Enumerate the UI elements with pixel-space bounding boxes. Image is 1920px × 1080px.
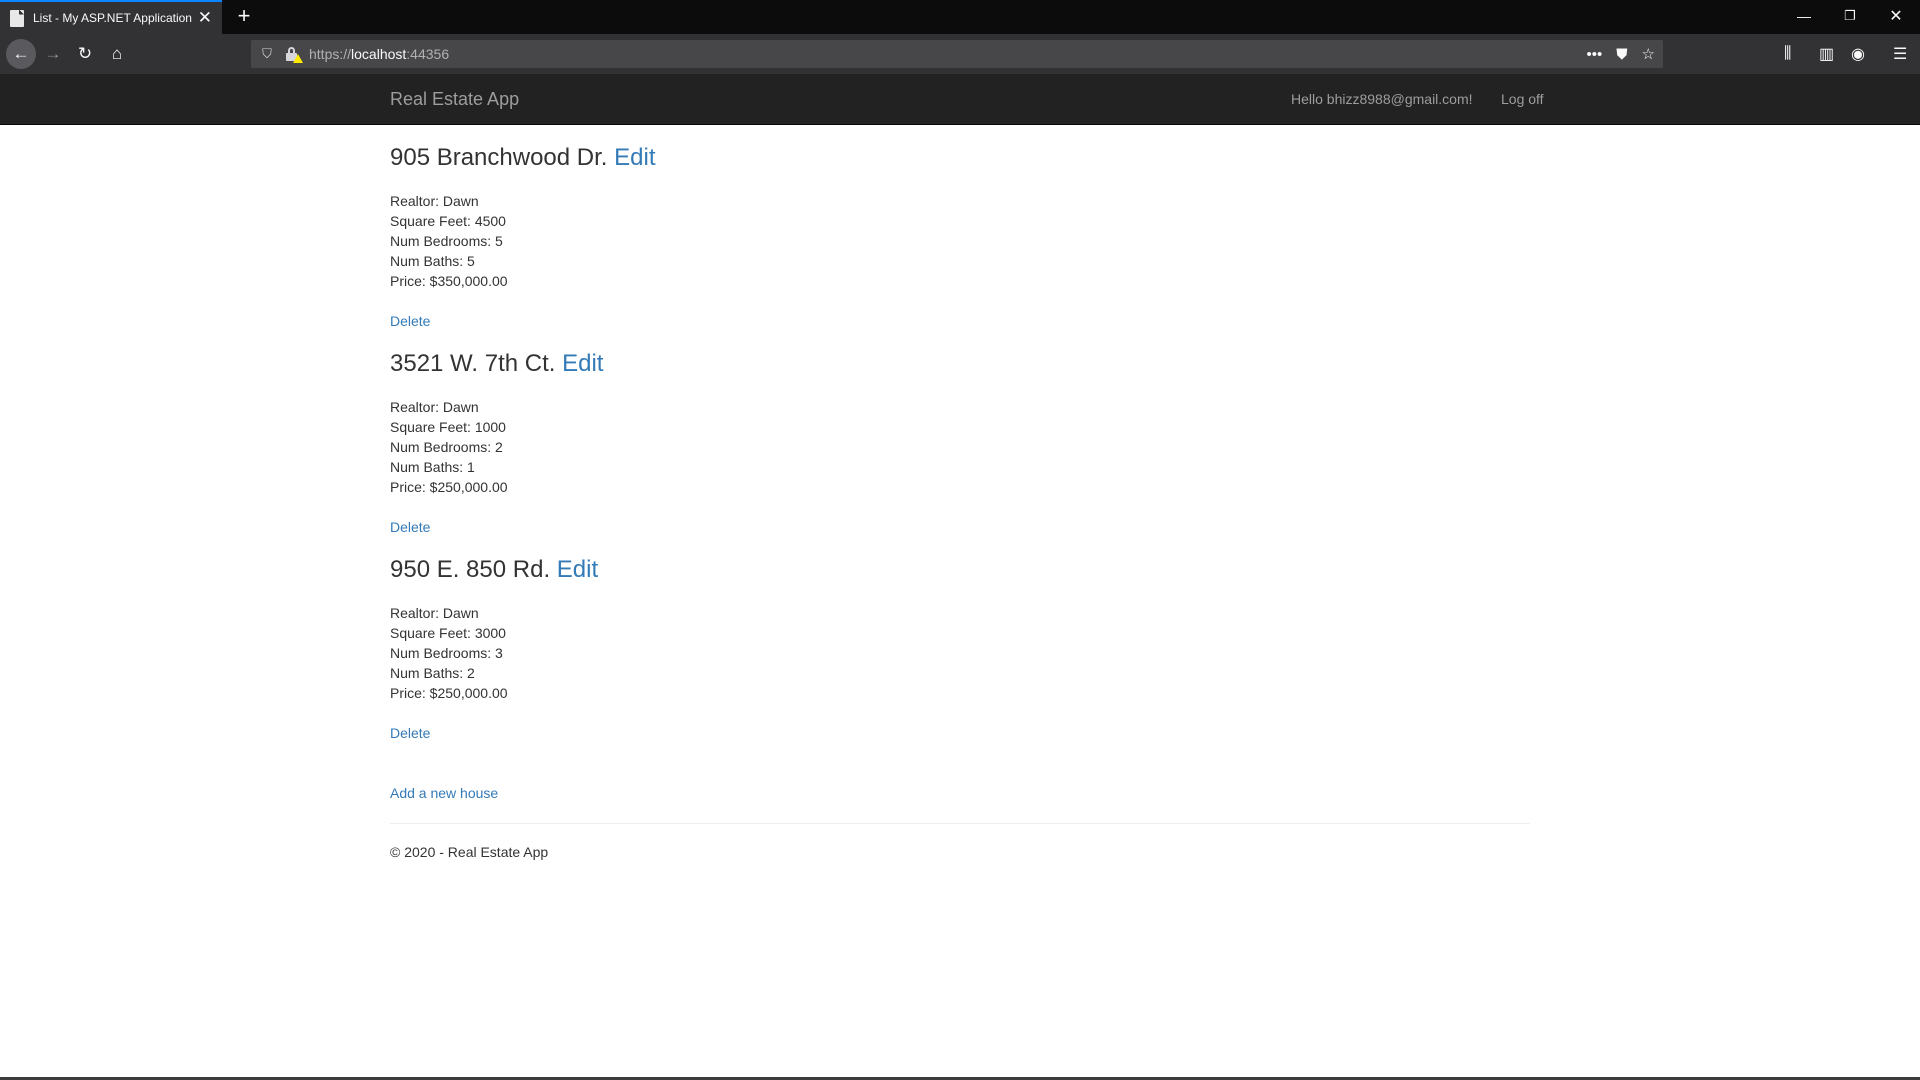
- baths-text: Num Baths: 5: [390, 253, 475, 269]
- delete-link[interactable]: Delete: [390, 725, 430, 741]
- forward-button[interactable]: →: [39, 41, 67, 67]
- delete-link[interactable]: Delete: [390, 313, 430, 329]
- menu-icon[interactable]: ☰: [1893, 34, 1907, 74]
- close-tab-icon[interactable]: ✕: [198, 9, 212, 26]
- footer-divider: [390, 823, 1530, 824]
- user-greeting-link[interactable]: Hello bhizz8988@gmail.com!: [1291, 91, 1473, 107]
- house-heading: 950 E. 850 Rd. Edit: [390, 556, 1530, 593]
- page-actions-icon[interactable]: •••: [1587, 46, 1603, 63]
- delete-link[interactable]: Delete: [390, 519, 430, 535]
- account-icon[interactable]: ◉: [1851, 34, 1865, 74]
- house-details: Realtor: Dawn Square Feet: 3000 Num Bedr…: [390, 603, 1530, 703]
- browser-tabstrip: List - My ASP.NET Application ✕ + — ❐ ✕: [0, 0, 1920, 34]
- address-bar[interactable]: ⛉ https://localhost:44356 ••• ⛊ ☆: [251, 40, 1663, 68]
- tracking-shield-icon[interactable]: ⛉: [259, 46, 275, 62]
- page-icon: [10, 9, 24, 27]
- main-content: 905 Branchwood Dr. Edit Realtor: Dawn Sq…: [390, 125, 1530, 860]
- footer-text: © 2020 - Real Estate App: [390, 844, 549, 860]
- square-feet-text: Square Feet: 1000: [390, 419, 506, 435]
- url-scheme: https://: [309, 46, 352, 62]
- price-text: Price: $250,000.00: [390, 479, 508, 495]
- brand-link[interactable]: Real Estate App: [390, 89, 519, 110]
- add-new-house-link[interactable]: Add a new house: [390, 785, 498, 801]
- square-feet-text: Square Feet: 4500: [390, 213, 506, 229]
- url-text[interactable]: https://localhost:44356: [309, 46, 449, 62]
- realtor-text: Realtor: Dawn: [390, 193, 479, 209]
- bedrooms-text: Num Bedrooms: 2: [390, 439, 503, 455]
- insecure-lock-icon[interactable]: [285, 47, 303, 63]
- house-heading: 3521 W. 7th Ct. Edit: [390, 350, 1530, 387]
- new-tab-button[interactable]: +: [232, 4, 256, 28]
- house-address: 3521 W. 7th Ct.: [390, 350, 556, 377]
- house-address: 905 Branchwood Dr.: [390, 144, 608, 171]
- browser-toolbar: ← → ↻ ⌂ ⛉ https://localhost:44356 ••• ⛊ …: [0, 34, 1920, 74]
- house-address: 950 E. 850 Rd.: [390, 556, 551, 583]
- reload-button[interactable]: ↻: [71, 41, 99, 67]
- url-port: :44356: [406, 46, 450, 62]
- bedrooms-text: Num Bedrooms: 5: [390, 233, 503, 249]
- edit-link[interactable]: Edit: [557, 556, 598, 583]
- price-text: Price: $350,000.00: [390, 273, 508, 289]
- browser-tab-active[interactable]: List - My ASP.NET Application ✕: [0, 0, 222, 34]
- pocket-icon[interactable]: ⛊: [1616, 46, 1627, 63]
- realtor-text: Realtor: Dawn: [390, 605, 479, 621]
- realtor-text: Realtor: Dawn: [390, 399, 479, 415]
- minimize-button[interactable]: —: [1781, 0, 1827, 32]
- edit-link[interactable]: Edit: [562, 350, 603, 377]
- house-listing: 905 Branchwood Dr. Edit Realtor: Dawn Sq…: [390, 144, 1530, 331]
- app-navbar: Real Estate App Hello bhizz8988@gmail.co…: [0, 74, 1920, 125]
- home-button[interactable]: ⌂: [103, 41, 131, 67]
- baths-text: Num Baths: 2: [390, 665, 475, 681]
- url-host: localhost: [351, 46, 407, 62]
- logoff-link[interactable]: Log off: [1501, 91, 1544, 107]
- square-feet-text: Square Feet: 3000: [390, 625, 506, 641]
- house-heading: 905 Branchwood Dr. Edit: [390, 144, 1530, 181]
- sidebar-icon[interactable]: ▥: [1819, 34, 1834, 74]
- price-text: Price: $250,000.00: [390, 685, 508, 701]
- house-listing: 3521 W. 7th Ct. Edit Realtor: Dawn Squar…: [390, 350, 1530, 537]
- baths-text: Num Baths: 1: [390, 459, 475, 475]
- house-listing: 950 E. 850 Rd. Edit Realtor: Dawn Square…: [390, 556, 1530, 743]
- bookmark-star-icon[interactable]: ☆: [1642, 45, 1655, 63]
- tab-title: List - My ASP.NET Application: [33, 11, 192, 25]
- close-window-button[interactable]: ✕: [1873, 0, 1919, 32]
- house-details: Realtor: Dawn Square Feet: 1000 Num Bedr…: [390, 397, 1530, 497]
- bedrooms-text: Num Bedrooms: 3: [390, 645, 503, 661]
- house-details: Realtor: Dawn Square Feet: 4500 Num Bedr…: [390, 191, 1530, 291]
- edit-link[interactable]: Edit: [614, 144, 655, 171]
- restore-button[interactable]: ❐: [1827, 0, 1873, 32]
- library-icon[interactable]: ⫼: [1784, 34, 1791, 74]
- back-button[interactable]: ←: [6, 39, 36, 69]
